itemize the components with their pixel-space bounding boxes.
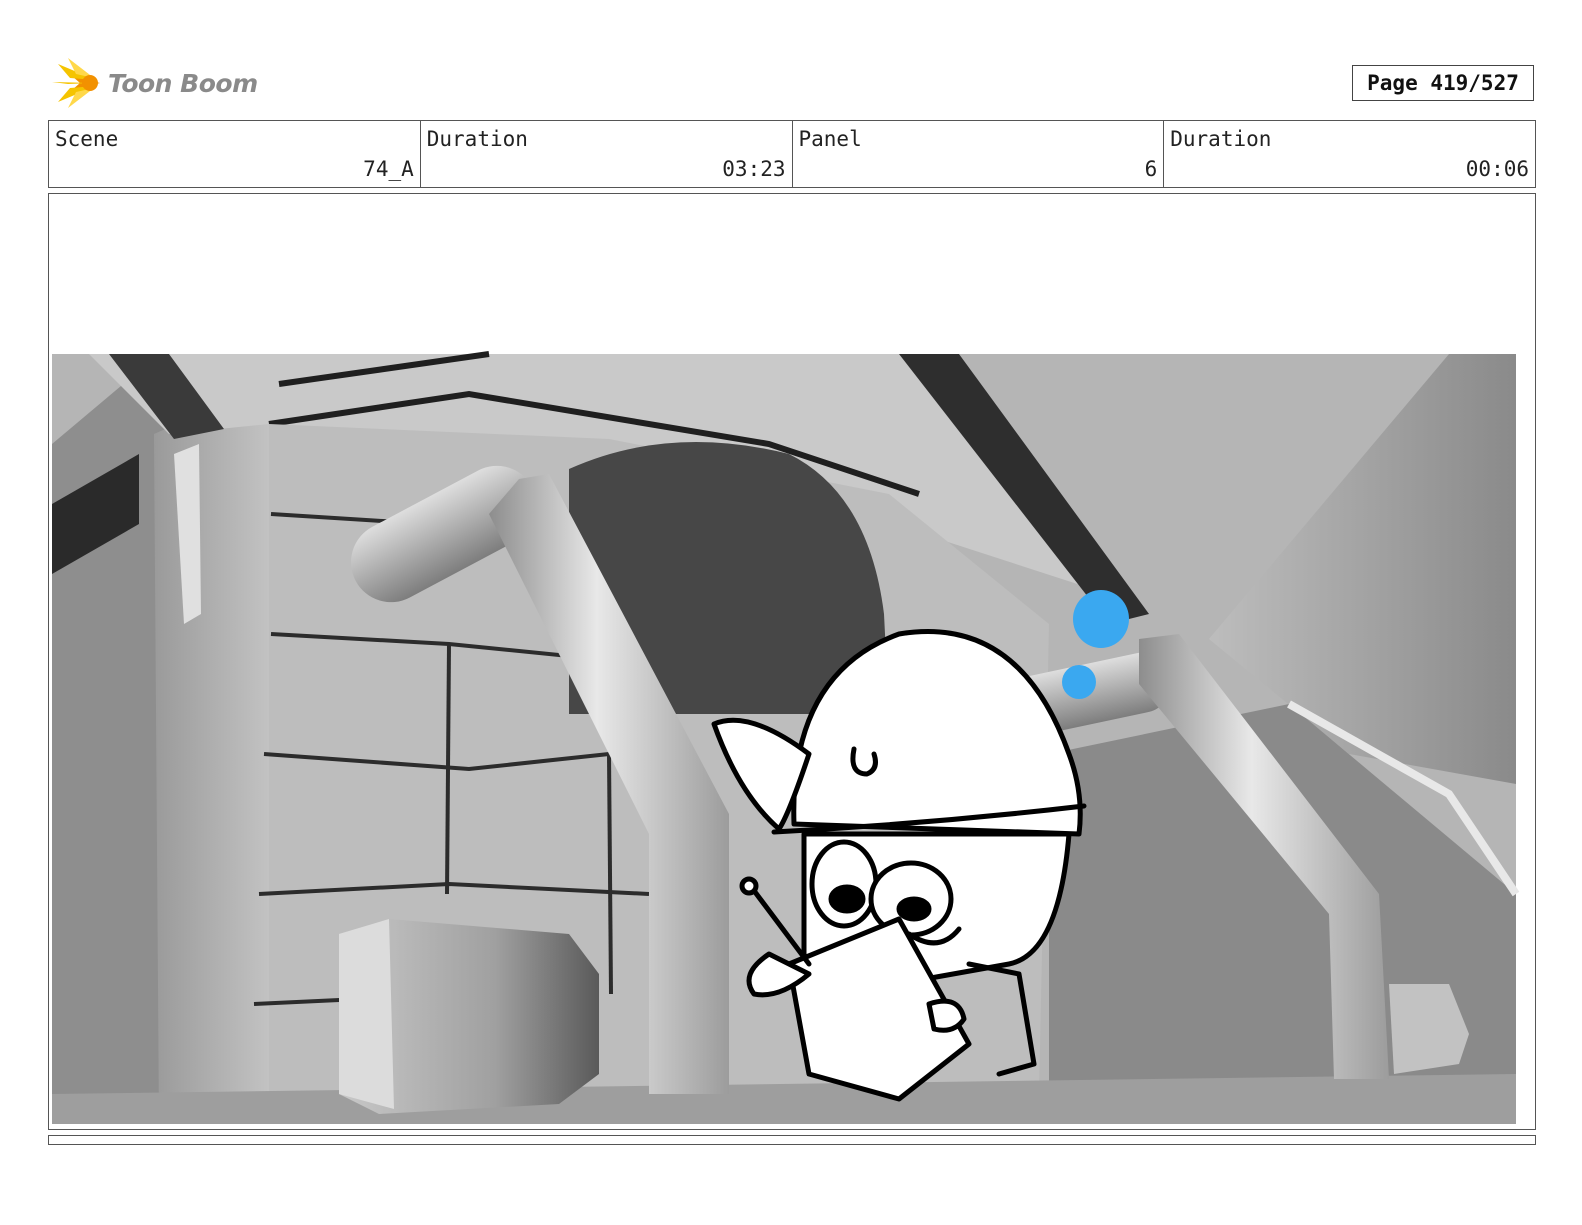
scene-label: Scene (55, 127, 119, 151)
panel-duration-cell: Duration 00:06 (1164, 121, 1535, 187)
marker-dot-large (1073, 590, 1129, 648)
brand-name: Toon Boom (108, 68, 258, 98)
marker-dot-small (1062, 665, 1096, 699)
sunburst-logo-icon (52, 58, 100, 108)
storyboard-panel (48, 193, 1536, 1130)
page-indicator: Page 419/527 (1352, 65, 1534, 101)
panel-cell: Panel 6 (793, 121, 1165, 187)
scene-duration-label: Duration (426, 127, 528, 151)
panel-value: 6 (1144, 157, 1158, 181)
scene-info-table: Scene 74_A Duration 03:23 Panel 6 Durati… (48, 120, 1536, 188)
toon-boom-logo: Toon Boom (50, 58, 258, 108)
panel-duration-value: 00:06 (1465, 157, 1529, 181)
dialogue-strip (48, 1135, 1536, 1145)
panel-duration-label: Duration (1170, 127, 1272, 151)
scene-duration-value: 03:23 (722, 157, 786, 181)
panel-artwork (52, 351, 1520, 1124)
scene-duration-cell: Duration 03:23 (421, 121, 793, 187)
scene-cell: Scene 74_A (49, 121, 421, 187)
panel-label: Panel (798, 127, 862, 151)
scene-value: 74_A (363, 157, 414, 181)
